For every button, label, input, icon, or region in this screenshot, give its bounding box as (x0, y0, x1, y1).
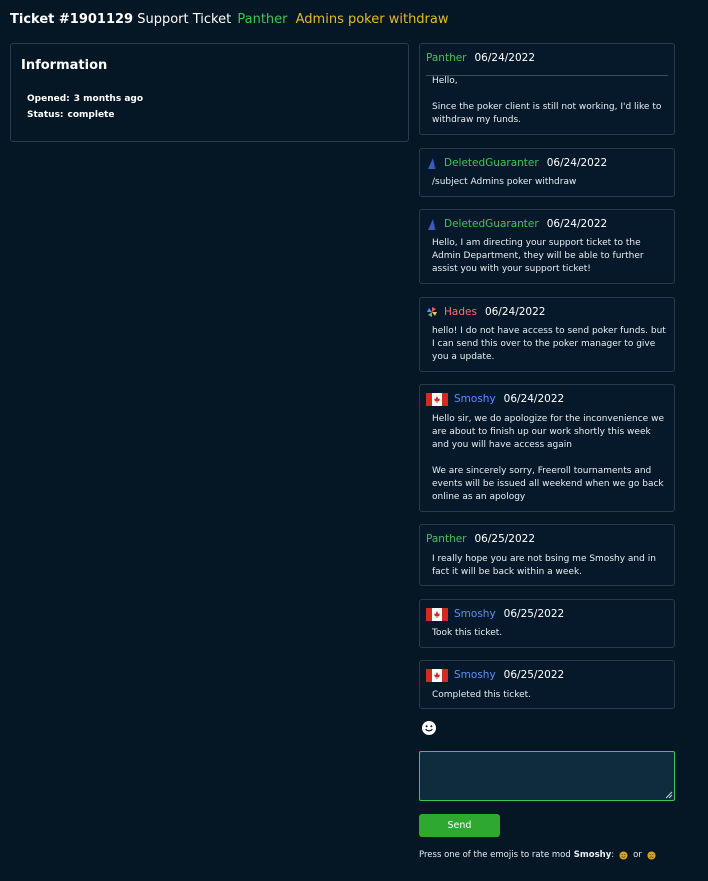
message-author[interactable]: DeletedGuaranter (444, 157, 539, 169)
message-date: 06/24/2022 (474, 52, 536, 64)
status-value: complete (67, 110, 115, 120)
resize-handle-icon[interactable] (664, 790, 673, 799)
message-body: hello! I do not have access to send poke… (432, 325, 668, 364)
sad-face-icon[interactable] (647, 850, 656, 860)
message-line: hello! I do not have access to send poke… (432, 326, 666, 362)
message-header: Smoshy 06/25/2022 (426, 668, 564, 682)
message-date: 06/24/2022 (546, 218, 608, 230)
message-author[interactable]: Smoshy (454, 669, 496, 681)
happy-face-icon[interactable] (619, 850, 628, 860)
rate-prompt-text: Press one of the emojis to rate mod (419, 850, 571, 860)
message-date: 06/25/2022 (474, 533, 536, 545)
pinwheel-avatar-icon (427, 307, 437, 317)
message-header: Hades 06/24/2022 (426, 305, 545, 319)
rate-mod-prompt: Press one of the emojis to rate mod Smos… (419, 850, 656, 860)
message-card: DeletedGuaranter 06/24/2022 /subject Adm… (419, 148, 675, 197)
message-author[interactable]: Panther (426, 533, 467, 545)
message-card: Smoshy 06/25/2022 Completed this ticket. (419, 660, 675, 709)
message-card: Hades 06/24/2022 hello! I do not have ac… (419, 297, 675, 372)
information-title: Information (21, 58, 108, 73)
message-line: I really hope you are not bsing me Smosh… (432, 554, 656, 577)
message-date: 06/25/2022 (503, 669, 565, 681)
message-author[interactable]: Smoshy (454, 393, 496, 405)
opened-label: Opened: (27, 94, 70, 104)
message-card: DeletedGuaranter 06/24/2022 Hello, I am … (419, 209, 675, 284)
message-author[interactable]: DeletedGuaranter (444, 218, 539, 230)
ticket-subject: Admins poker withdraw (295, 12, 449, 27)
message-body: Completed this ticket. (432, 689, 668, 702)
ticket-header: Ticket #1901129 Support Ticket Panther A… (10, 12, 449, 27)
opened-row: Opened: 3 months ago (27, 94, 143, 104)
message-card: Panther 06/25/2022 I really hope you are… (419, 524, 675, 586)
message-line: Hello, I am directing your support ticke… (432, 238, 644, 274)
message-header: DeletedGuaranter 06/24/2022 (426, 156, 607, 170)
message-header: Smoshy 06/24/2022 (426, 392, 564, 406)
message-card: Panther 06/24/2022 Hello, Since the poke… (419, 43, 675, 135)
message-date: 06/25/2022 (503, 608, 565, 620)
message-date: 06/24/2022 (503, 393, 565, 405)
message-card: Smoshy 06/25/2022 Took this ticket. (419, 599, 675, 648)
message-header: Smoshy 06/25/2022 (426, 607, 564, 621)
ticket-number: Ticket #1901129 (10, 12, 134, 27)
ticket-type: Support Ticket (137, 12, 232, 27)
reply-textarea[interactable] (419, 751, 675, 801)
ticket-user[interactable]: Panther (237, 12, 287, 27)
message-author[interactable]: Hades (444, 306, 477, 318)
status-row: Status: complete (27, 110, 114, 120)
message-line: We are sincerely sorry, Freeroll tournam… (432, 466, 664, 502)
message-line: Took this ticket. (432, 628, 503, 638)
rate-colon: : (611, 850, 615, 860)
message-card: Smoshy 06/24/2022 Hello sir, we do apolo… (419, 384, 675, 512)
rate-mod-name: Smoshy (573, 850, 612, 860)
message-body: I really hope you are not bsing me Smosh… (432, 553, 668, 579)
canada-flag-icon (426, 392, 448, 406)
wizard-hat-avatar-icon (428, 158, 436, 169)
information-panel: Information Opened: 3 months ago Status: c… (10, 43, 409, 142)
opened-value: 3 months ago (73, 94, 144, 104)
message-line: /subject Admins poker withdraw (432, 177, 577, 187)
message-header: Panther 06/25/2022 (426, 532, 535, 546)
wizard-hat-avatar-icon (428, 219, 436, 230)
canada-flag-icon (426, 607, 448, 621)
message-body: Hello, Since the poker client is still n… (432, 75, 668, 127)
message-header: Panther 06/24/2022 (426, 51, 535, 65)
send-button[interactable]: Send (419, 814, 500, 837)
message-line: Since the poker client is still not work… (432, 102, 662, 125)
message-author[interactable]: Smoshy (454, 608, 496, 620)
message-body: Hello, I am directing your support ticke… (432, 237, 668, 276)
message-line: Hello, (432, 76, 458, 86)
rate-or: or (633, 850, 642, 860)
message-line: Hello sir, we do apologize for the incon… (432, 414, 664, 450)
message-body: Hello sir, we do apologize for the incon… (432, 413, 668, 504)
message-author[interactable]: Panther (426, 52, 467, 64)
message-date: 06/24/2022 (546, 157, 608, 169)
status-label: Status: (27, 110, 64, 120)
smiley-icon[interactable] (421, 720, 437, 736)
message-body: /subject Admins poker withdraw (432, 176, 668, 189)
canada-flag-icon (426, 668, 448, 682)
message-line: Completed this ticket. (432, 690, 532, 700)
message-date: 06/24/2022 (484, 306, 546, 318)
message-body: Took this ticket. (432, 627, 668, 640)
message-header: DeletedGuaranter 06/24/2022 (426, 217, 607, 231)
